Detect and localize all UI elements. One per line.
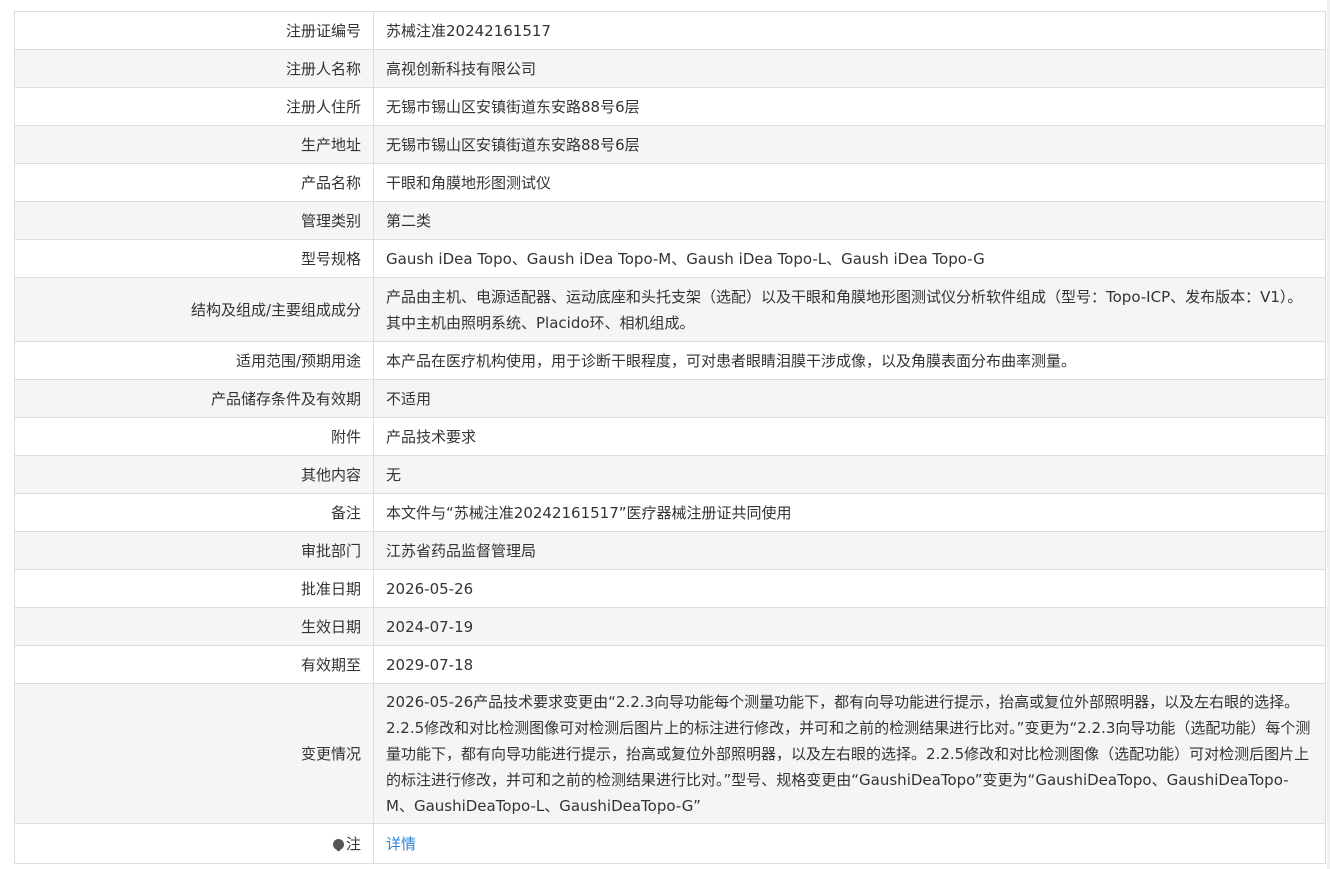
row-effective-date: 生效日期 2024-07-19 xyxy=(14,607,1326,646)
row-storage-validity: 产品储存条件及有效期 不适用 xyxy=(14,379,1326,418)
row-other-content: 其他内容 无 xyxy=(14,455,1326,494)
row-label: 结构及组成/主要组成成分 xyxy=(14,277,374,342)
details-link[interactable]: 详情 xyxy=(386,835,416,853)
row-change-history: 变更情况 2026-05-26产品技术要求变更由“2.2.3向导功能每个测量功能… xyxy=(14,683,1326,824)
note-value-cell: 详情 xyxy=(373,823,1326,864)
row-value: 无锡市锡山区安镇街道东安路88号6层 xyxy=(373,125,1326,164)
note-label: 注 xyxy=(345,834,361,853)
row-label: 生产地址 xyxy=(14,125,374,164)
row-value: 产品由主机、电源适配器、运动底座和头托支架（选配）以及干眼和角膜地形图测试仪分析… xyxy=(373,277,1326,342)
row-label: 附件 xyxy=(14,417,374,456)
row-label: 有效期至 xyxy=(14,645,374,684)
row-remarks: 备注 本文件与“苏械注准20242161517”医疗器械注册证共同使用 xyxy=(14,493,1326,532)
row-attachment: 附件 产品技术要求 xyxy=(14,417,1326,456)
row-value: 2029-07-18 xyxy=(373,645,1326,684)
row-value: 苏械注准20242161517 xyxy=(373,11,1326,50)
registration-detail-table: 注册证编号 苏械注准20242161517 注册人名称 高视创新科技有限公司 注… xyxy=(14,11,1326,864)
row-registrant-name: 注册人名称 高视创新科技有限公司 xyxy=(14,49,1326,88)
row-note: 注 详情 xyxy=(14,823,1326,864)
row-intended-use: 适用范围/预期用途 本产品在医疗机构使用，用于诊断干眼程度，可对患者眼睛泪膜干涉… xyxy=(14,341,1326,380)
row-label: 生效日期 xyxy=(14,607,374,646)
row-registrant-address: 注册人住所 无锡市锡山区安镇街道东安路88号6层 xyxy=(14,87,1326,126)
row-label: 备注 xyxy=(14,493,374,532)
row-label: 产品储存条件及有效期 xyxy=(14,379,374,418)
row-product-name: 产品名称 干眼和角膜地形图测试仪 xyxy=(14,163,1326,202)
row-label: 管理类别 xyxy=(14,201,374,240)
row-value: 不适用 xyxy=(373,379,1326,418)
row-label: 型号规格 xyxy=(14,239,374,278)
row-label: 其他内容 xyxy=(14,455,374,494)
row-valid-until: 有效期至 2029-07-18 xyxy=(14,645,1326,684)
row-value: 2024-07-19 xyxy=(373,607,1326,646)
row-value: 第二类 xyxy=(373,201,1326,240)
row-approval-date: 批准日期 2026-05-26 xyxy=(14,569,1326,608)
row-value: 干眼和角膜地形图测试仪 xyxy=(373,163,1326,202)
row-value: 本文件与“苏械注准20242161517”医疗器械注册证共同使用 xyxy=(373,493,1326,532)
row-value: 无锡市锡山区安镇街道东安路88号6层 xyxy=(373,87,1326,126)
row-value: 高视创新科技有限公司 xyxy=(373,49,1326,88)
row-value: 2026-05-26产品技术要求变更由“2.2.3向导功能每个测量功能下，都有向… xyxy=(373,683,1326,824)
row-label: 注册人住所 xyxy=(14,87,374,126)
info-bulb-icon xyxy=(332,838,344,851)
row-label: 适用范围/预期用途 xyxy=(14,341,374,380)
row-management-category: 管理类别 第二类 xyxy=(14,201,1326,240)
row-label: 变更情况 xyxy=(14,683,374,824)
row-label: 注册人名称 xyxy=(14,49,374,88)
row-production-address: 生产地址 无锡市锡山区安镇街道东安路88号6层 xyxy=(14,125,1326,164)
row-value: 本产品在医疗机构使用，用于诊断干眼程度，可对患者眼睛泪膜干涉成像，以及角膜表面分… xyxy=(373,341,1326,380)
row-label: 审批部门 xyxy=(14,531,374,570)
note-label-cell: 注 xyxy=(14,823,374,864)
row-label: 注册证编号 xyxy=(14,11,374,50)
row-value: 产品技术要求 xyxy=(373,417,1326,456)
row-value: 2026-05-26 xyxy=(373,569,1326,608)
row-structure-composition: 结构及组成/主要组成成分 产品由主机、电源适配器、运动底座和头托支架（选配）以及… xyxy=(14,277,1326,342)
row-value: 江苏省药品监督管理局 xyxy=(373,531,1326,570)
row-label: 批准日期 xyxy=(14,569,374,608)
row-approval-department: 审批部门 江苏省药品监督管理局 xyxy=(14,531,1326,570)
row-value: Gaush iDea Topo、Gaush iDea Topo-M、Gaush … xyxy=(373,239,1326,278)
row-label: 产品名称 xyxy=(14,163,374,202)
row-model-spec: 型号规格 Gaush iDea Topo、Gaush iDea Topo-M、G… xyxy=(14,239,1326,278)
row-registration-number: 注册证编号 苏械注准20242161517 xyxy=(14,11,1326,50)
row-value: 无 xyxy=(373,455,1326,494)
